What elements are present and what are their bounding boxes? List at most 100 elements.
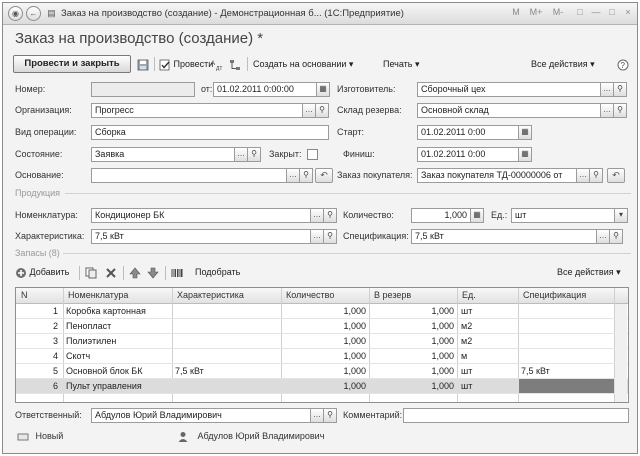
- organization-field[interactable]: Прогресс: [91, 103, 303, 118]
- start-label: Старт:: [337, 127, 364, 137]
- quantity-field[interactable]: 1,000: [411, 208, 471, 223]
- select-ellipsis-icon[interactable]: …: [600, 82, 614, 97]
- specification-field[interactable]: 7,5 кВт: [411, 229, 597, 244]
- operation-type-field[interactable]: Сборка: [91, 125, 329, 140]
- col-nomenclature-header[interactable]: Номенклатура: [68, 290, 128, 300]
- calendar-icon[interactable]: ▦: [316, 82, 330, 97]
- post-and-close-button[interactable]: Провести и закрыть: [13, 55, 131, 73]
- select-ellipsis-icon[interactable]: …: [576, 168, 590, 183]
- search-icon[interactable]: ⚲: [589, 168, 603, 183]
- responsible-field[interactable]: Абдулов Юрий Владимирович: [91, 408, 311, 423]
- all-actions-menu[interactable]: Все действия ▾: [531, 56, 595, 72]
- search-icon[interactable]: ⚲: [613, 103, 627, 118]
- state-field[interactable]: Заявка: [91, 147, 235, 162]
- table-all-actions-menu[interactable]: Все действия ▾: [557, 264, 621, 280]
- back-icon[interactable]: ←: [26, 6, 41, 21]
- search-icon[interactable]: ⚲: [323, 208, 337, 223]
- open-basis-icon[interactable]: ↶: [315, 168, 333, 183]
- move-down-icon[interactable]: [147, 264, 159, 280]
- document-state-icon: [17, 433, 29, 441]
- row-unit: м2: [461, 336, 473, 346]
- col-n-header[interactable]: N: [21, 290, 28, 300]
- select-ellipsis-icon[interactable]: …: [302, 103, 316, 118]
- date-field[interactable]: 01.02.2011 0:00:00: [213, 82, 317, 97]
- table-row[interactable]: 1 Коробка картонная 1,000 1,000 шт: [16, 304, 628, 319]
- characteristic-field[interactable]: 7,5 кВт: [91, 229, 311, 244]
- comment-label: Комментарий:: [343, 410, 403, 420]
- manufacturer-field[interactable]: Сборочный цех: [417, 82, 601, 97]
- calendar-icon[interactable]: ▦: [518, 147, 532, 162]
- window-restore-icon[interactable]: □: [573, 7, 587, 17]
- row-nomenclature: Основной блок БК: [66, 366, 143, 376]
- search-icon[interactable]: ⚲: [609, 229, 623, 244]
- table-row[interactable]: 3 Полиэтилен 1,000 1,000 м2: [16, 334, 628, 349]
- post-icon: [159, 59, 170, 71]
- add-row-button[interactable]: Добавить: [15, 264, 69, 280]
- memory-minus-icon[interactable]: M-: [551, 7, 565, 17]
- minimize-icon[interactable]: —: [589, 7, 603, 17]
- print-menu[interactable]: Печать ▾: [383, 56, 420, 72]
- search-icon[interactable]: ⚲: [613, 82, 627, 97]
- select-ellipsis-icon[interactable]: …: [286, 168, 300, 183]
- search-icon[interactable]: ⚲: [323, 408, 337, 423]
- move-up-icon[interactable]: [129, 264, 141, 280]
- stock-group-title: Запасы (8): [15, 248, 60, 258]
- search-icon[interactable]: ⚲: [299, 168, 313, 183]
- calculator-icon[interactable]: ▦: [470, 208, 484, 223]
- sort-az-icon[interactable]: A ДТ: [211, 56, 223, 72]
- table-scrollbar[interactable]: [615, 304, 627, 402]
- search-icon[interactable]: ⚲: [315, 103, 329, 118]
- status-author: Абдулов Юрий Владимирович: [177, 431, 324, 443]
- open-customer-order-icon[interactable]: ↶: [607, 168, 625, 183]
- basis-field[interactable]: [91, 168, 287, 183]
- search-icon[interactable]: ⚲: [247, 147, 261, 162]
- pick-button[interactable]: Подобрать: [195, 264, 240, 280]
- closed-checkbox[interactable]: [307, 149, 318, 160]
- finish-field[interactable]: 01.02.2011 0:00: [417, 147, 519, 162]
- active-cell[interactable]: [519, 379, 614, 393]
- col-reserve-header[interactable]: В резерв: [374, 290, 411, 300]
- memory-plus-icon[interactable]: M+: [529, 7, 543, 17]
- reserve-warehouse-field[interactable]: Основной склад: [417, 103, 601, 118]
- nomenclature-field[interactable]: Кондиционер БК: [91, 208, 311, 223]
- row-quantity: 1,000: [343, 336, 366, 346]
- col-specification-header[interactable]: Спецификация: [523, 290, 586, 300]
- select-ellipsis-icon[interactable]: …: [600, 103, 614, 118]
- select-ellipsis-icon[interactable]: …: [310, 208, 324, 223]
- select-ellipsis-icon[interactable]: …: [310, 408, 324, 423]
- help-icon[interactable]: ?: [617, 56, 629, 72]
- app-menu-icon[interactable]: ◉: [8, 6, 23, 21]
- select-ellipsis-icon[interactable]: …: [310, 229, 324, 244]
- col-characteristic-header[interactable]: Характеристика: [177, 290, 244, 300]
- close-icon[interactable]: ×: [621, 7, 635, 17]
- select-ellipsis-icon[interactable]: …: [234, 147, 248, 162]
- structure-icon[interactable]: [229, 56, 241, 72]
- barcode-icon[interactable]: [171, 264, 183, 280]
- start-field[interactable]: 01.02.2011 0:00: [417, 125, 519, 140]
- col-unit-header[interactable]: Ед.: [462, 290, 476, 300]
- row-quantity: 1,000: [343, 321, 366, 331]
- customer-order-field[interactable]: Заказ покупателя ТД-00000006 от: [417, 168, 577, 183]
- search-icon[interactable]: ⚲: [323, 229, 337, 244]
- memory-m-icon[interactable]: M: [509, 7, 523, 17]
- table-row[interactable]: 2 Пенопласт 1,000 1,000 м2: [16, 319, 628, 334]
- calendar-icon[interactable]: ▦: [518, 125, 532, 140]
- number-field[interactable]: [91, 82, 195, 97]
- select-ellipsis-icon[interactable]: …: [596, 229, 610, 244]
- row-nomenclature: Пульт управления: [66, 381, 142, 391]
- create-based-on-menu[interactable]: Создать на основании ▾: [253, 56, 353, 72]
- table-row-selected[interactable]: 6 Пульт управления 1,000 1,000 шт: [16, 379, 628, 394]
- chevron-down-icon[interactable]: ▾: [614, 208, 628, 223]
- row-unit: шт: [461, 366, 473, 376]
- table-row[interactable]: 5 Основной блок БК 7,5 кВт 1,000 1,000 ш…: [16, 364, 628, 379]
- col-quantity-header[interactable]: Количество: [286, 290, 334, 300]
- unit-field[interactable]: шт: [511, 208, 615, 223]
- save-icon[interactable]: [137, 56, 149, 72]
- maximize-icon[interactable]: □: [605, 7, 619, 17]
- row-number: 5: [52, 366, 58, 376]
- post-button[interactable]: Провести: [159, 56, 213, 72]
- copy-row-icon[interactable]: [85, 264, 97, 280]
- comment-field[interactable]: [403, 408, 629, 423]
- delete-row-icon[interactable]: [105, 264, 117, 280]
- table-row[interactable]: 4 Скотч 1,000 1,000 м: [16, 349, 628, 364]
